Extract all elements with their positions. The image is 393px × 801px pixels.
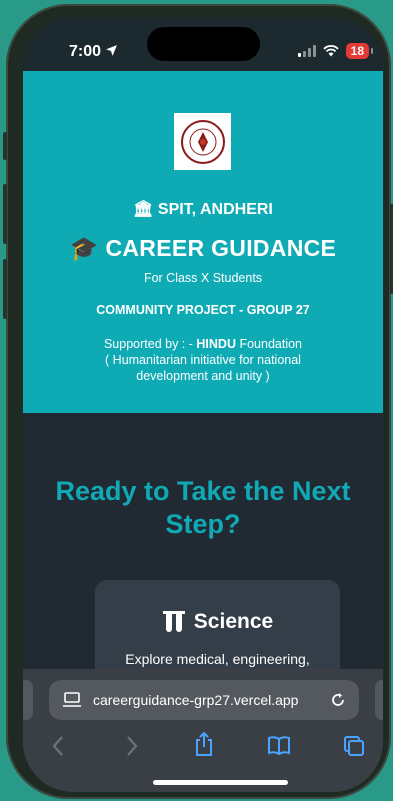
signal-icon (297, 45, 316, 57)
address-bar[interactable]: careerguidance-grp27.vercel.app (49, 680, 359, 720)
graduation-cap-icon: 🎓 (69, 235, 99, 261)
project-label: COMMUNITY PROJECT - GROUP 27 (96, 303, 310, 317)
hero-section: 🏛 SPIT, ANDHERI 🎓 CAREER GUIDANCE For Cl… (23, 71, 383, 413)
hero-subtitle: For Class X Students (143, 271, 263, 285)
status-time-text: 7:00 (69, 43, 102, 60)
flask-icon (162, 611, 185, 632)
battery-indicator: 18 (345, 43, 374, 59)
page-title: 🎓 CAREER GUIDANCE (69, 235, 337, 261)
reload-icon[interactable] (329, 691, 347, 709)
status-time: 7:00 (69, 43, 118, 61)
college-name: 🏛 SPIT, ANDHERI (133, 201, 273, 218)
supported-by: Supported by : - HINDU Foundation ( Huma… (83, 336, 323, 384)
tabs-icon[interactable] (63, 692, 81, 708)
cta-title: Ready to Take the Next Step? (55, 476, 351, 539)
browser-toolbar (23, 731, 383, 767)
status-icons: 18 (297, 43, 374, 59)
back-icon[interactable] (51, 735, 65, 757)
home-indicator[interactable] (153, 780, 288, 785)
mute-switch (3, 132, 7, 160)
browser-bar: careerguidance-grp27.vercel.app (23, 669, 383, 792)
college-logo (174, 113, 231, 170)
wifi-icon (323, 45, 339, 57)
share-icon[interactable] (194, 731, 214, 757)
volume-up-button (3, 184, 7, 244)
prev-tab-pill[interactable] (23, 680, 33, 720)
bank-icon: 🏛 (133, 201, 154, 218)
forward-icon[interactable] (125, 735, 139, 757)
location-arrow-icon (106, 45, 118, 56)
volume-down-button (3, 259, 7, 319)
screen: 7:00 18 🏛 SPIT, ANDHERI 🎓 CAREER GUIDANC… (23, 17, 383, 792)
status-bar: 7:00 18 (23, 17, 383, 71)
phone-frame: 7:00 18 🏛 SPIT, ANDHERI 🎓 CAREER GUIDANC… (3, 4, 393, 799)
bookmarks-icon[interactable] (267, 735, 291, 755)
next-tab-pill[interactable] (375, 680, 383, 720)
url-text[interactable]: careerguidance-grp27.vercel.app (93, 692, 298, 708)
card-title: Science (95, 610, 340, 634)
tab-switcher-icon[interactable] (343, 735, 365, 757)
initiative-text: ( Humanitarian initiative for national d… (105, 353, 301, 383)
dynamic-island (147, 27, 260, 61)
